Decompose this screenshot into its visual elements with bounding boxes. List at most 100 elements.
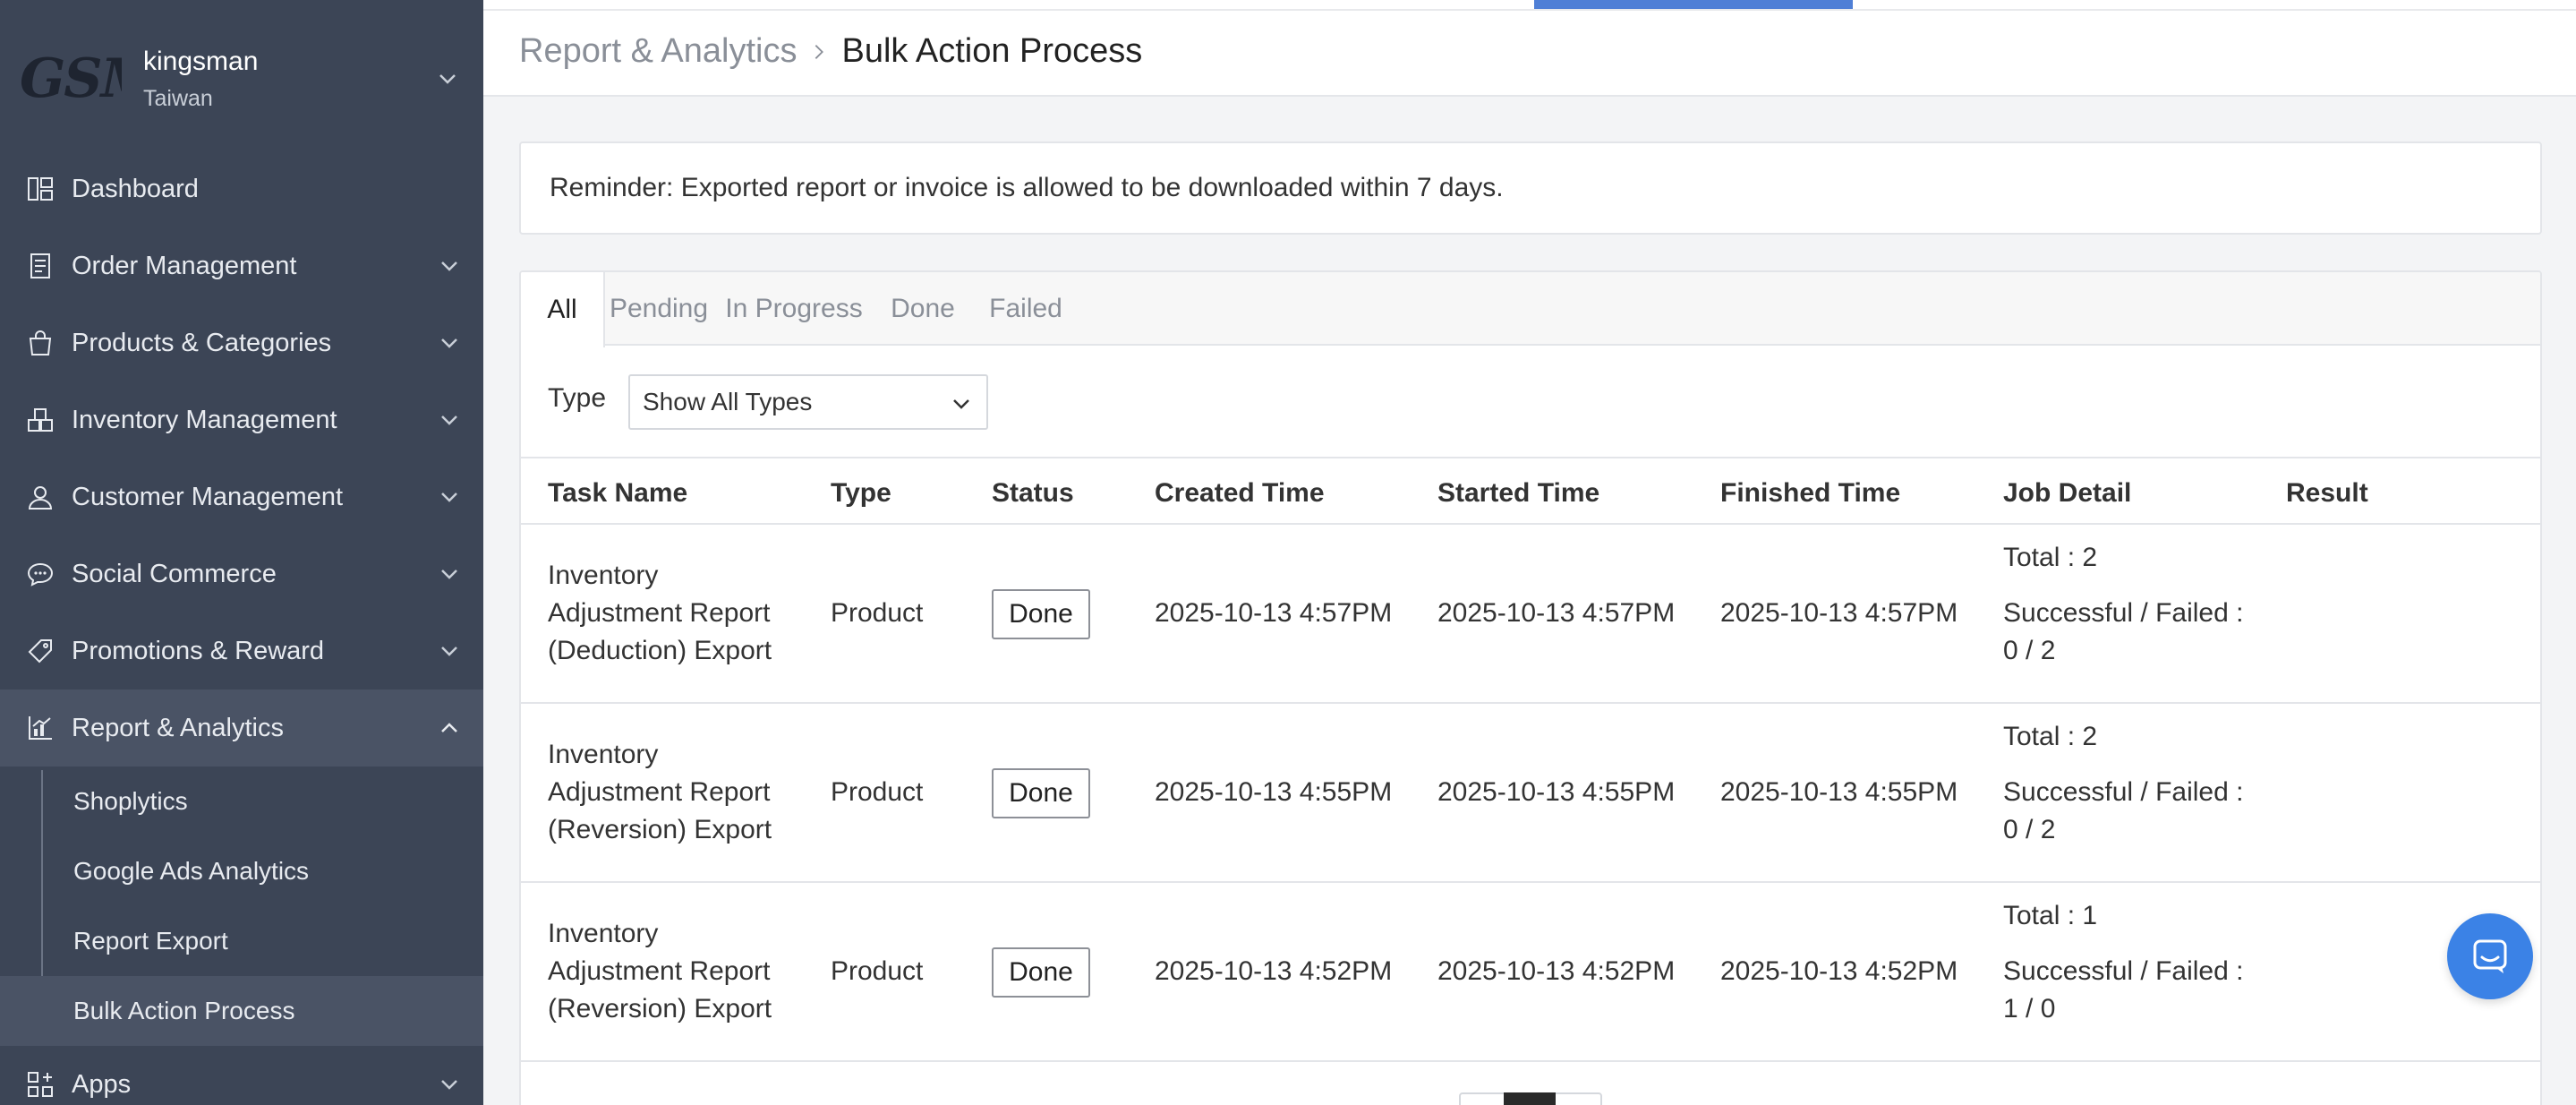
tag-icon	[25, 636, 55, 666]
task-name: Inventory Adjustment Report (Deduction) …	[548, 561, 772, 665]
task-type: Product	[831, 777, 924, 807]
chevron-down-icon	[441, 415, 457, 425]
task-type: Product	[831, 956, 924, 986]
job-success-failed: Successful / Failed : 0 / 2	[2003, 598, 2244, 665]
store-switcher[interactable]: GSM kingsman Taiwan	[0, 0, 483, 154]
status-badge[interactable]: Done	[992, 589, 1090, 639]
chevron-right-icon	[815, 44, 824, 59]
job-success-failed: Successful / Failed : 1 / 0	[2003, 956, 2244, 1024]
store-logo: GSM	[20, 47, 122, 110]
type-filter-label: Type	[548, 383, 607, 413]
table-row: Inventory Adjustment Report (Deduction) …	[521, 525, 2540, 704]
job-total: Total : 2	[2003, 722, 2098, 751]
nav-label: Customer Management	[72, 482, 344, 511]
sub-item-bulk-action-process[interactable]: Bulk Action Process	[0, 976, 483, 1046]
status-badge[interactable]: Done	[992, 947, 1090, 998]
tab-in-progress[interactable]: In Progress	[712, 272, 875, 346]
column-header: Job Detail	[2003, 478, 2132, 508]
store-name: kingsman	[143, 47, 259, 76]
created-time: 2025-10-13 4:55PM	[1155, 777, 1393, 807]
nav-item-order-management[interactable]: Order Management	[0, 227, 483, 304]
nav-label: Promotions & Reward	[72, 636, 325, 665]
nav-item-customer-management[interactable]: Customer Management	[0, 458, 483, 535]
reminder-notice: Reminder: Exported report or invoice is …	[519, 141, 2542, 235]
chevron-down-icon	[953, 399, 969, 409]
nav-label: Report & Analytics	[72, 713, 284, 742]
chat-icon	[2473, 939, 2507, 973]
tab-done[interactable]: Done	[875, 272, 970, 346]
inventory-icon	[25, 405, 55, 435]
column-header: Result	[2286, 478, 2368, 508]
top-bar: Report & Analytics Bulk Action Process	[483, 0, 2576, 97]
sub-item-label: Shoplytics	[73, 787, 188, 815]
breadcrumb: Report & Analytics Bulk Action Process	[519, 32, 1142, 71]
task-name: Inventory Adjustment Report (Reversion) …	[548, 740, 772, 844]
status-tabs: All Pending In Progress Done Failed	[521, 272, 2540, 347]
nav-label: Order Management	[72, 251, 297, 280]
dashboard-icon	[25, 174, 55, 204]
table-row: Inventory Adjustment Report (Reversion) …	[521, 883, 2540, 1062]
nav-label: Social Commerce	[72, 559, 277, 588]
job-total: Total : 1	[2003, 901, 2098, 930]
nav-item-promotions-reward[interactable]: Promotions & Reward	[0, 612, 483, 690]
nav-item-report-analytics[interactable]: Report & Analytics	[0, 690, 483, 767]
user-icon	[25, 482, 55, 512]
sub-item-label: Bulk Action Process	[73, 997, 295, 1024]
table-row: Inventory Adjustment Report (Reversion) …	[521, 704, 2540, 883]
apps-icon	[25, 1069, 55, 1100]
finished-time: 2025-10-13 4:52PM	[1720, 956, 1958, 986]
task-type: Product	[831, 598, 924, 628]
column-header: Finished Time	[1720, 478, 1901, 508]
support-chat-button[interactable]	[2447, 913, 2533, 999]
sub-item-shoplytics[interactable]: Shoplytics	[0, 767, 483, 836]
pagination-current-page[interactable]	[1504, 1092, 1556, 1105]
store-region: Taiwan	[143, 86, 213, 111]
tab-all[interactable]: All	[521, 272, 605, 347]
job-success-failed: Successful / Failed : 0 / 2	[2003, 777, 2244, 844]
sub-item-label: Report Export	[73, 927, 228, 955]
sub-item-report-export[interactable]: Report Export	[0, 906, 483, 976]
chevron-down-icon	[441, 261, 457, 271]
finished-time: 2025-10-13 4:55PM	[1720, 777, 1958, 807]
order-icon	[25, 251, 55, 281]
task-name: Inventory Adjustment Report (Reversion) …	[548, 919, 772, 1024]
nav-item-social-commerce[interactable]: Social Commerce	[0, 535, 483, 612]
top-progress-indicator	[1534, 0, 1853, 9]
top-divider	[483, 9, 2576, 11]
nav-item-dashboard[interactable]: Dashboard	[0, 150, 483, 227]
chevron-down-icon	[441, 338, 457, 348]
tab-pending[interactable]: Pending	[605, 272, 712, 346]
chat-bubble-icon	[25, 559, 55, 589]
nav-label: Dashboard	[72, 174, 199, 203]
bulk-action-panel: All Pending In Progress Done Failed Type…	[519, 270, 2542, 1105]
column-header: Started Time	[1437, 478, 1600, 508]
column-header: Task Name	[548, 478, 688, 508]
sub-item-label: Google Ads Analytics	[73, 857, 310, 885]
nav-label: Inventory Management	[72, 405, 337, 434]
chevron-down-icon	[441, 647, 457, 656]
status-badge[interactable]: Done	[992, 768, 1090, 818]
column-header: Created Time	[1155, 478, 1325, 508]
created-time: 2025-10-13 4:57PM	[1155, 598, 1393, 628]
table-header: Task Name Type Status Created Time Start…	[521, 457, 2540, 525]
created-time: 2025-10-13 4:52PM	[1155, 956, 1393, 986]
started-time: 2025-10-13 4:57PM	[1437, 598, 1676, 628]
sub-item-google-ads-analytics[interactable]: Google Ads Analytics	[0, 836, 483, 906]
chevron-down-icon	[441, 493, 457, 502]
chevron-down-icon[interactable]	[437, 68, 458, 90]
column-header: Status	[992, 478, 1074, 508]
nav-item-inventory-management[interactable]: Inventory Management	[0, 381, 483, 458]
nav-label: Apps	[72, 1069, 132, 1099]
chevron-down-icon	[441, 570, 457, 579]
shopping-bag-icon	[25, 328, 55, 358]
started-time: 2025-10-13 4:55PM	[1437, 777, 1676, 807]
nav-item-products-categories[interactable]: Products & Categories	[0, 304, 483, 381]
sidebar: GSM kingsman Taiwan Dashboard Order Mana…	[0, 0, 483, 1105]
chevron-up-icon	[441, 723, 457, 732]
nav-item-apps[interactable]: Apps	[0, 1046, 483, 1105]
type-filter-value: Show All Types	[643, 388, 813, 415]
type-filter-select[interactable]: Show All Types	[628, 374, 988, 430]
breadcrumb-parent[interactable]: Report & Analytics	[519, 32, 797, 71]
tab-failed[interactable]: Failed	[970, 272, 1081, 346]
breadcrumb-current: Bulk Action Process	[841, 32, 1143, 70]
